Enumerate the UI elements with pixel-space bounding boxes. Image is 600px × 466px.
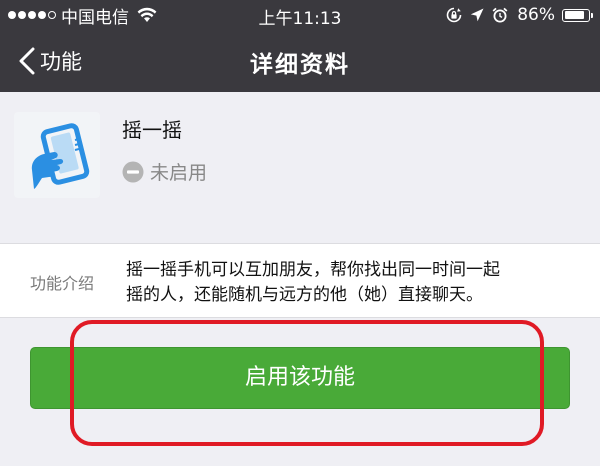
battery-fill — [564, 11, 584, 19]
status-bar: 中国电信 上午11:13 86% — [0, 0, 600, 30]
intro-text: 摇一摇手机可以互加朋友，帮你找出同一时间一起 摇的人，还能随机与远方的他（她）直… — [126, 258, 582, 308]
status-right: 86% — [446, 5, 593, 25]
intro-text-line-1: 摇一摇手机可以互加朋友，帮你找出同一时间一起 — [126, 260, 500, 280]
screen: 中国电信 上午11:13 86% 功能 详细资料 摇一摇 未启用 功能介绍 摇一… — [0, 0, 600, 466]
feature-intro-row: 功能介绍 摇一摇手机可以互加朋友，帮你找出同一时间一起 摇的人，还能随机与远方的… — [0, 243, 600, 318]
alarm-icon — [492, 7, 508, 23]
feature-name: 摇一摇 — [122, 118, 182, 142]
navigation-bar: 功能 详细资料 — [0, 30, 600, 92]
feature-header: 摇一摇 未启用 — [0, 92, 600, 217]
battery-percentage: 86% — [517, 5, 555, 25]
intro-text-line-2: 摇的人，还能随机与远方的他（她）直接聊天。 — [126, 285, 483, 305]
page-title: 详细资料 — [250, 52, 350, 78]
enable-feature-button[interactable]: 启用该功能 — [30, 347, 570, 409]
disabled-minus-icon — [122, 161, 144, 182]
shake-phone-icon — [14, 112, 100, 198]
location-arrow-icon — [471, 8, 484, 22]
feature-status: 未启用 — [122, 158, 207, 185]
shake-phone-illustration — [31, 123, 90, 189]
intro-label: 功能介绍 — [30, 274, 95, 293]
feature-status-label: 未启用 — [150, 162, 208, 184]
rotation-lock-icon — [446, 7, 462, 23]
battery-icon — [562, 8, 593, 22]
